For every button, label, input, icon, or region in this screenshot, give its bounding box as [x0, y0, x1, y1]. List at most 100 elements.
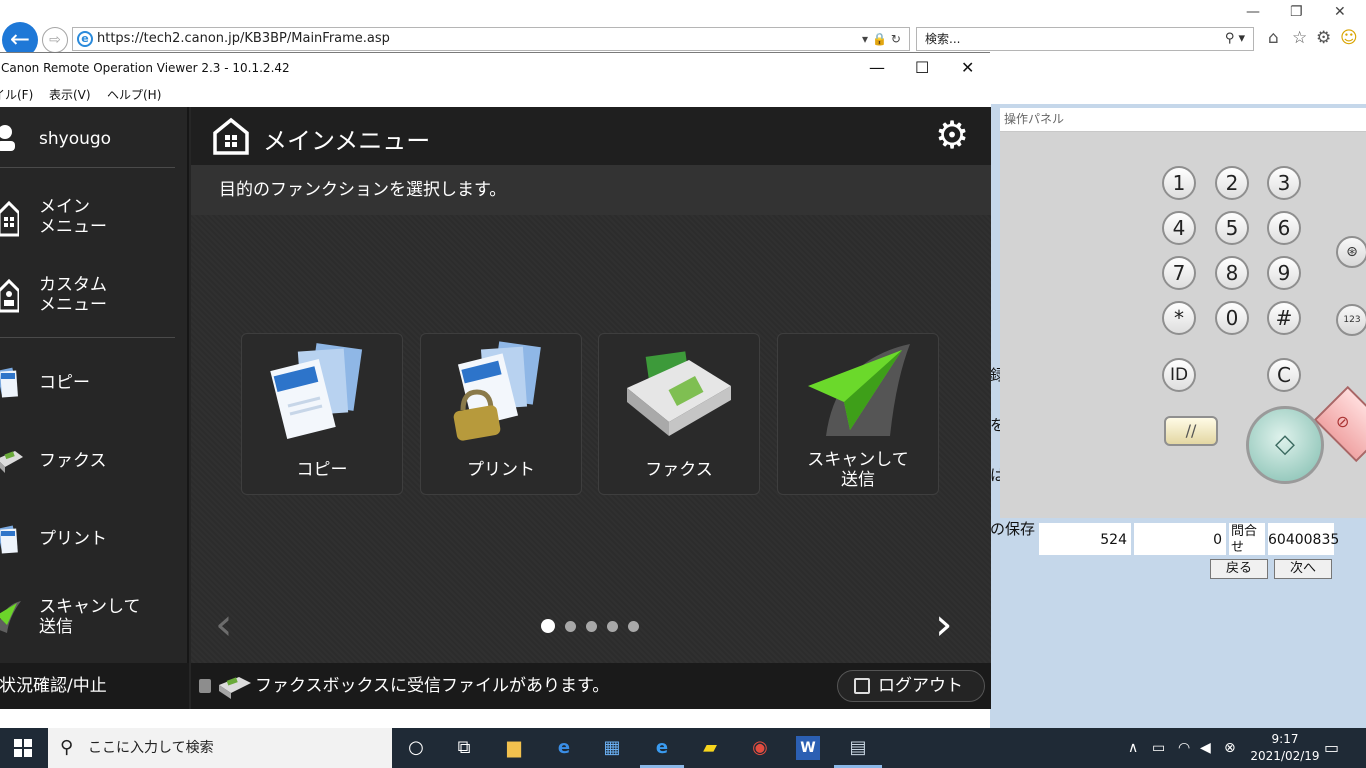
key-5[interactable]: 5	[1215, 211, 1249, 245]
start-key[interactable]: ◇	[1246, 406, 1324, 484]
key-3[interactable]: 3	[1267, 166, 1301, 200]
settings-counter-icon[interactable]: ⊛	[1336, 236, 1366, 268]
notifications-icon[interactable]: ▭	[1324, 728, 1339, 768]
numeric-keypad-icon[interactable]: 123	[1336, 304, 1366, 336]
viewer-close-icon[interactable]: ✕	[961, 53, 974, 83]
viewer-minimize-icon[interactable]: —	[869, 53, 885, 83]
key-2[interactable]: 2	[1215, 166, 1249, 200]
browser-restore-icon[interactable]: ❐	[1290, 4, 1303, 20]
menu-file[interactable]: ファイル(F)	[0, 83, 33, 107]
sidebar-item-custom-menu[interactable]: カスタム メニュー	[0, 273, 185, 317]
address-bar-controls-icon[interactable]: ▾🔒↻	[862, 28, 905, 50]
edge-icon[interactable]: e	[552, 736, 576, 760]
sidebar-item-label: 送信	[39, 617, 73, 637]
sidebar-item-label: メニュー	[39, 217, 107, 237]
key-4[interactable]: 4	[1162, 211, 1196, 245]
table-cell: 524	[1038, 522, 1132, 556]
viewer-title: Canon Remote Operation Viewer 2.3 - 10.1…	[1, 61, 290, 75]
key-asterisk[interactable]: *	[1162, 301, 1196, 335]
table-cell: 問合せ	[1228, 522, 1266, 556]
remote-viewer-window: Canon Remote Operation Viewer 2.3 - 10.1…	[0, 52, 991, 709]
internet-explorer-icon[interactable]: e	[650, 736, 674, 760]
page-dot[interactable]	[586, 621, 597, 632]
logout-button[interactable]: ログアウト	[837, 670, 985, 702]
taskbar-search-input[interactable]: ⚲ ここに入力して検索	[48, 728, 392, 768]
sidebar-item-fax[interactable]: ファクス	[0, 441, 185, 481]
status-monitor-cancel-button[interactable]: 状況確認/中止	[0, 663, 189, 709]
background-row-label: の保存	[990, 520, 1036, 538]
settings-gear-icon[interactable]: ⚙	[935, 115, 969, 155]
menu-help[interactable]: ヘルプ(H)	[107, 83, 161, 107]
key-9[interactable]: 9	[1267, 256, 1301, 290]
key-1[interactable]: 1	[1162, 166, 1196, 200]
address-bar[interactable]: e https://tech2.canon.jp/KB3BP/MainFrame…	[72, 27, 910, 51]
viewer-maximize-icon[interactable]: ☐	[915, 53, 929, 83]
battery-icon[interactable]: ▭	[1152, 728, 1165, 768]
remote-viewer-taskbar-icon[interactable]: ▤	[846, 736, 870, 760]
key-6[interactable]: 6	[1267, 211, 1301, 245]
tile-label: ファクス	[645, 460, 713, 480]
sidebar-item-copy[interactable]: コピー	[0, 363, 185, 403]
chrome-icon[interactable]: ◉	[748, 736, 772, 760]
windows-start-icon[interactable]	[14, 739, 32, 757]
word-icon[interactable]: W	[796, 736, 820, 760]
system-clock[interactable]: 9:17 2021/02/19	[1246, 731, 1324, 765]
logout-label: ログアウト	[878, 676, 963, 696]
sidebar-item-scan-send[interactable]: スキャンして 送信	[0, 595, 185, 639]
feedback-smiley-icon[interactable]: ☺	[1340, 28, 1358, 48]
background-top-strip	[990, 56, 1366, 104]
sticky-notes-icon[interactable]: ▰	[698, 736, 722, 760]
tray-overflow-chevron-icon[interactable]: ∧	[1128, 728, 1138, 768]
back-page-button[interactable]: 戻る	[1210, 559, 1268, 579]
operation-panel-title: 操作パネル	[1000, 108, 1366, 132]
reset-key[interactable]: //	[1164, 416, 1218, 446]
control-panel-icon[interactable]: ▦	[600, 736, 624, 760]
file-explorer-icon[interactable]: ▆	[502, 736, 526, 760]
sidebar-item-label: カスタム	[39, 275, 107, 295]
favorites-star-icon[interactable]: ☆	[1292, 28, 1307, 48]
key-hash[interactable]: #	[1267, 301, 1301, 335]
key-7[interactable]: 7	[1162, 256, 1196, 290]
task-view-icon[interactable]: ⧉	[452, 736, 476, 760]
sidebar-item-print[interactable]: プリント	[0, 519, 185, 559]
device-screen: shyougo メイン メニュー カスタム メニュー コピー ファクス プリント…	[0, 107, 991, 709]
key-0[interactable]: 0	[1215, 301, 1249, 335]
page-dot[interactable]	[607, 621, 618, 632]
menu-view[interactable]: 表示(V)	[49, 83, 91, 107]
scan-send-tile[interactable]: スキャンして 送信	[777, 333, 939, 495]
browser-close-icon[interactable]: ✕	[1334, 4, 1346, 20]
browser-minimize-icon[interactable]: —	[1246, 4, 1260, 20]
next-page-button[interactable]: 次へ	[1274, 559, 1332, 579]
stop-icon: ⊘	[1336, 412, 1350, 431]
input-mode-icon[interactable]: ⊗	[1224, 728, 1236, 768]
ie-favicon-icon: e	[77, 31, 93, 47]
copy-tile[interactable]: コピー	[241, 333, 403, 495]
previous-page-chevron-icon[interactable]: ‹	[215, 603, 233, 647]
print-tile[interactable]: プリント	[420, 333, 582, 495]
page-dot[interactable]	[565, 621, 576, 632]
clear-key[interactable]: C	[1267, 358, 1301, 392]
custom-menu-icon	[0, 278, 19, 313]
next-page-chevron-icon[interactable]: ›	[935, 603, 953, 647]
volume-icon[interactable]: ◀	[1200, 728, 1211, 768]
fax-tile[interactable]: ファクス	[598, 333, 760, 495]
browser-search-input[interactable]: 検索... ⚲ ▾	[916, 27, 1254, 51]
browser-search-placeholder: 検索...	[925, 32, 961, 46]
page-dot[interactable]	[541, 619, 555, 633]
sidebar-divider	[0, 167, 175, 168]
sidebar-item-main-menu[interactable]: メイン メニュー	[0, 195, 185, 239]
key-8[interactable]: 8	[1215, 256, 1249, 290]
wifi-icon[interactable]: ◠	[1178, 728, 1190, 768]
cortana-icon[interactable]: ○	[404, 736, 428, 760]
search-icon[interactable]: ⚲ ▾	[1225, 28, 1245, 50]
page-dot[interactable]	[628, 621, 639, 632]
settings-gear-icon[interactable]: ⚙	[1316, 28, 1331, 48]
sidebar-item-label: メイン	[39, 197, 90, 217]
forward-button[interactable]: ⇨	[42, 27, 68, 53]
page-title: メインメニュー	[263, 127, 431, 155]
id-key[interactable]: ID	[1162, 358, 1196, 392]
home-icon[interactable]: ⌂	[1268, 28, 1279, 48]
browser-toolbar: ← ⇨ e https://tech2.canon.jp/KB3BP/MainF…	[0, 0, 1366, 58]
tile-label: プリント	[467, 460, 535, 480]
sidebar-item-label: コピー	[39, 373, 90, 393]
